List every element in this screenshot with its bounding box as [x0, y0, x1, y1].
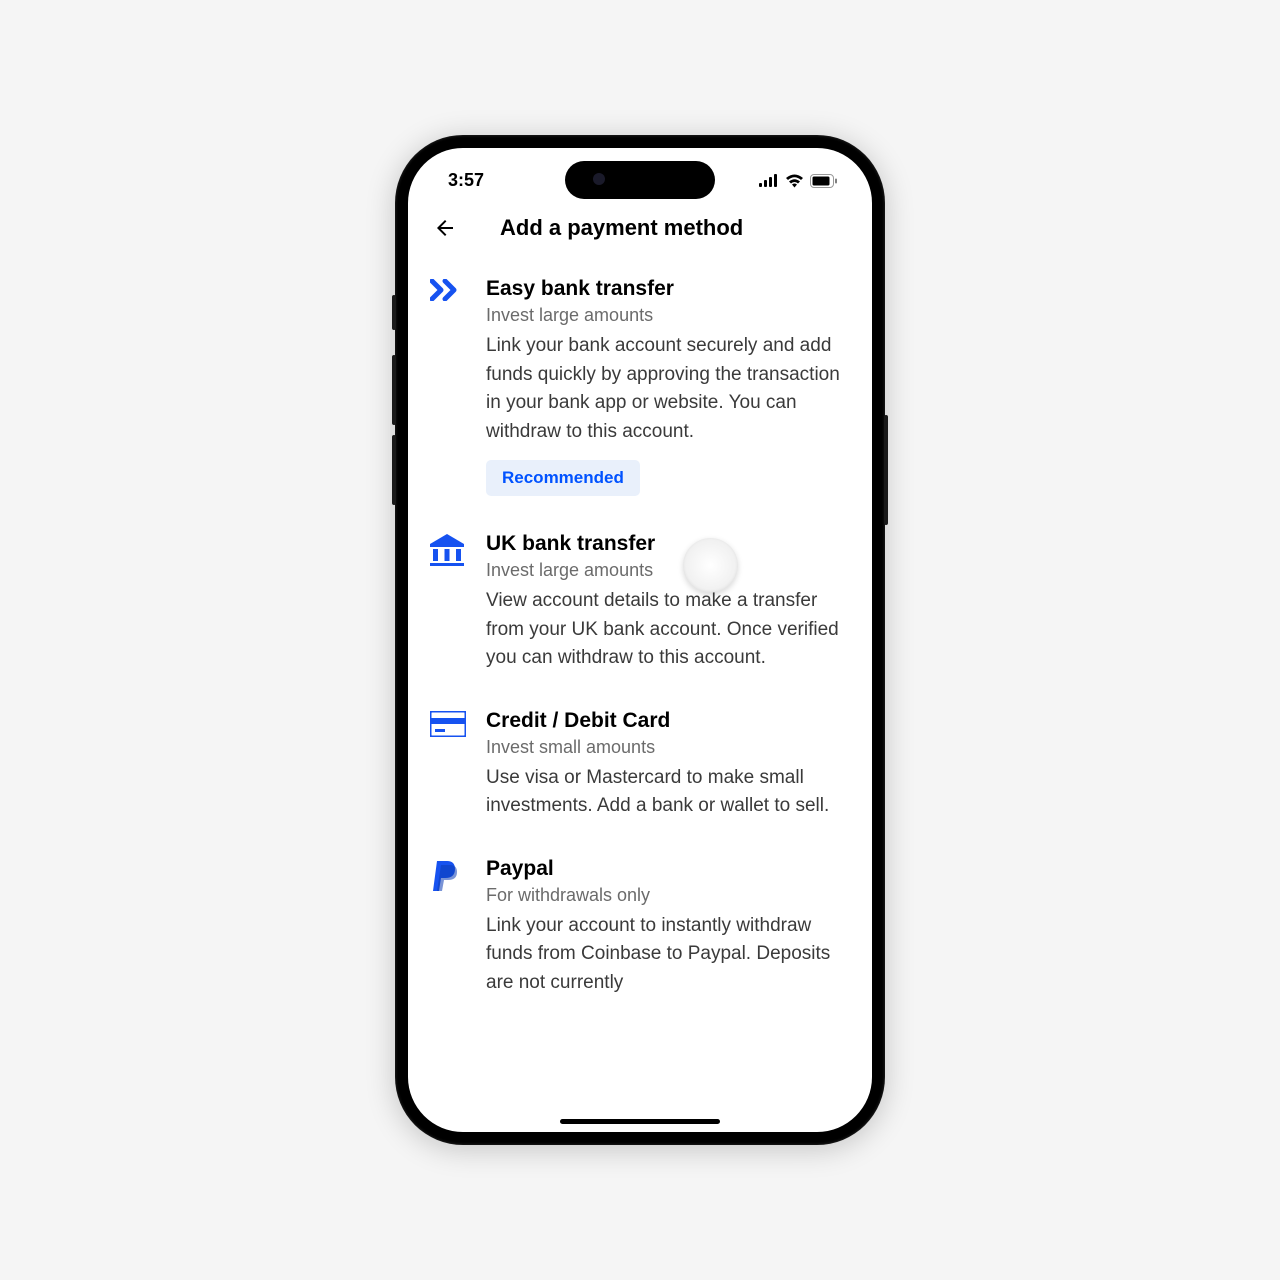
method-uk-bank-transfer[interactable]: UK bank transfer Invest large amounts Vi… — [430, 514, 850, 691]
method-subtitle: Invest large amounts — [486, 305, 850, 326]
battery-icon — [810, 174, 838, 188]
method-description: Link your account to instantly withdraw … — [486, 912, 850, 998]
power-button — [884, 415, 888, 525]
notch — [565, 161, 715, 199]
card-icon — [430, 709, 470, 742]
double-chevron-icon — [430, 277, 470, 306]
cellular-signal-icon — [759, 174, 779, 187]
method-subtitle: For withdrawals only — [486, 885, 850, 906]
phone-screen: 3:57 Add a payment method — [408, 148, 872, 1132]
status-indicators — [759, 174, 842, 188]
method-title: Credit / Debit Card — [486, 709, 850, 733]
back-button[interactable] — [430, 213, 460, 243]
method-subtitle: Invest large amounts — [486, 560, 850, 581]
method-title: UK bank transfer — [486, 532, 850, 556]
method-title: Easy bank transfer — [486, 277, 850, 301]
wifi-icon — [785, 174, 804, 188]
method-description: Link your bank account securely and add … — [486, 332, 850, 446]
phone-frame: 3:57 Add a payment method — [395, 135, 885, 1145]
method-subtitle: Invest small amounts — [486, 737, 850, 758]
volume-up-button — [392, 355, 396, 425]
method-credit-debit-card[interactable]: Credit / Debit Card Invest small amounts… — [430, 691, 850, 839]
status-time: 3:57 — [438, 170, 484, 191]
nav-bar: Add a payment method — [408, 203, 872, 259]
method-easy-bank-transfer[interactable]: Easy bank transfer Invest large amounts … — [430, 259, 850, 514]
method-paypal[interactable]: Paypal For withdrawals only Link your ac… — [430, 839, 850, 1016]
method-title: Paypal — [486, 857, 850, 881]
home-indicator[interactable] — [560, 1119, 720, 1124]
arrow-left-icon — [433, 216, 457, 240]
method-description: Use visa or Mastercard to make small inv… — [486, 764, 850, 821]
volume-down-button — [392, 435, 396, 505]
recommended-badge: Recommended — [486, 460, 640, 496]
paypal-icon — [430, 857, 470, 898]
page-title: Add a payment method — [500, 215, 743, 241]
payment-method-list: Easy bank transfer Invest large amounts … — [408, 259, 872, 1113]
touch-indicator — [683, 538, 738, 593]
bank-icon — [430, 532, 470, 571]
method-description: View account details to make a transfer … — [486, 587, 850, 673]
silence-switch — [392, 295, 396, 330]
